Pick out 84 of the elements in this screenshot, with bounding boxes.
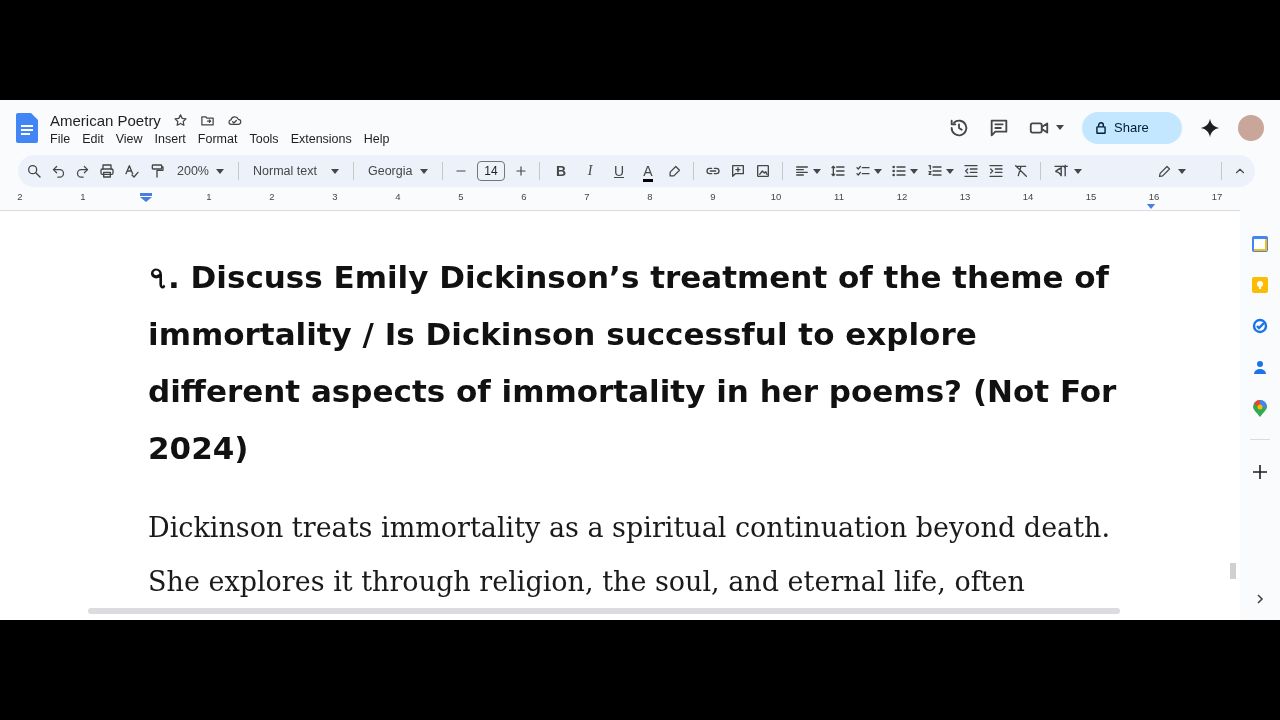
menu-item[interactable]: Format xyxy=(197,131,238,146)
vertical-scrollbar[interactable] xyxy=(1230,563,1236,579)
highlighter-icon[interactable] xyxy=(667,163,682,179)
ruler-label: 17 xyxy=(1211,191,1223,202)
ruler-label: 14 xyxy=(1022,191,1034,202)
body-text-line: Dickinson treats immortality as a spiritual continuation beyond death. xyxy=(148,511,1111,545)
ruler-label: 6 xyxy=(521,191,527,202)
ruler-label: 4 xyxy=(395,191,401,202)
ruler-label: 7 xyxy=(584,191,590,202)
ruler-label: 1 xyxy=(80,191,86,202)
input-tools-dropdown[interactable]: বা xyxy=(1052,158,1085,184)
caret-icon xyxy=(1074,168,1082,174)
ruler-label: 12 xyxy=(896,191,908,202)
lock-icon xyxy=(1094,120,1108,135)
map-pin-icon[interactable] xyxy=(1253,400,1267,417)
sparkle-icon[interactable] xyxy=(1200,117,1220,138)
caret-icon xyxy=(216,168,224,174)
spellcheck-icon[interactable] xyxy=(124,163,140,179)
underline-button[interactable]: U xyxy=(609,163,629,179)
menu-item[interactable]: Tools xyxy=(249,131,279,146)
ruler-label: 9 xyxy=(710,191,716,202)
star-icon[interactable] xyxy=(172,112,188,128)
document-title[interactable]: American Poetry xyxy=(50,111,161,129)
body-text-line: She explores it through religion, the soul, and eternal life, often xyxy=(148,565,1025,599)
menu-item[interactable]: View xyxy=(115,131,143,146)
caret-icon xyxy=(331,168,339,174)
horizontal-scrollbar[interactable] xyxy=(88,608,1120,614)
clear-formatting-icon[interactable] xyxy=(1013,163,1029,179)
ruler-label: 13 xyxy=(959,191,971,202)
ruler-label: 8 xyxy=(647,191,653,202)
right-indent-marker-icon[interactable] xyxy=(1146,204,1156,209)
menu-item[interactable]: Insert xyxy=(154,131,186,146)
ruler-label: 5 xyxy=(458,191,464,202)
contacts-icon[interactable] xyxy=(1252,359,1268,375)
undo-icon[interactable] xyxy=(51,163,66,179)
ruler-label: 15 xyxy=(1085,191,1097,202)
italic-button[interactable]: I xyxy=(580,163,600,179)
text-color-button[interactable]: A xyxy=(638,163,658,179)
caret-icon xyxy=(946,168,954,174)
style-dropdown[interactable]: Normal text xyxy=(250,164,342,178)
caret-icon xyxy=(1056,125,1064,130)
add-icon[interactable] xyxy=(1253,465,1267,479)
menu-item[interactable]: File xyxy=(50,131,71,146)
align-left-icon[interactable] xyxy=(794,163,810,179)
ruler-label: 10 xyxy=(770,191,782,202)
numbered-list-icon[interactable] xyxy=(927,163,943,179)
ruler-label: 16 xyxy=(1148,191,1160,202)
ruler-label: 3 xyxy=(332,191,338,202)
paint-format-icon[interactable] xyxy=(149,163,165,179)
chevron-right-icon[interactable] xyxy=(1256,594,1264,604)
menu-item[interactable]: Edit xyxy=(82,131,104,146)
caret-icon xyxy=(420,168,428,174)
indent-marker-icon[interactable] xyxy=(140,193,152,202)
tasks-icon[interactable] xyxy=(1252,318,1268,334)
search-icon[interactable] xyxy=(26,163,42,179)
menu-item[interactable]: Help xyxy=(363,131,390,146)
pencil-icon[interactable] xyxy=(1157,163,1172,179)
bulleted-list-icon[interactable] xyxy=(891,163,907,179)
question-heading: ৭. Discuss Emily Dickinson’s treatment of the theme of immortality / Is Dickinson successful to explore different aspects of immortality in her poems? (Not For 2024) xyxy=(148,258,1118,468)
menu-item[interactable]: Extensions xyxy=(290,131,352,146)
caret-icon xyxy=(813,168,821,174)
share-button[interactable]: Share xyxy=(1082,111,1182,144)
ruler-label: 2 xyxy=(269,191,275,202)
line-spacing-icon[interactable] xyxy=(830,163,846,179)
add-comment-icon[interactable] xyxy=(730,163,746,179)
print-icon[interactable] xyxy=(99,163,115,179)
calendar-icon[interactable] xyxy=(1252,236,1268,252)
caret-icon xyxy=(910,168,918,174)
ruler-label: 1 xyxy=(206,191,212,202)
image-icon[interactable] xyxy=(755,163,771,179)
checklist-icon[interactable] xyxy=(855,163,871,179)
font-dropdown[interactable]: Georgia xyxy=(365,164,431,178)
docs-logo-icon[interactable] xyxy=(16,112,38,143)
zoom-dropdown[interactable]: 200% xyxy=(174,164,227,178)
redo-icon[interactable] xyxy=(75,163,90,179)
ruler-label: 11 xyxy=(834,191,844,202)
ruler-label: 2 xyxy=(17,191,23,202)
decrease-indent-icon[interactable] xyxy=(963,163,979,179)
caret-icon xyxy=(1178,168,1186,174)
bold-button[interactable]: B xyxy=(551,163,571,179)
font-size-field[interactable]: 14 xyxy=(477,161,505,181)
plus-icon[interactable] xyxy=(514,164,528,178)
increase-indent-icon[interactable] xyxy=(988,163,1004,179)
caret-icon xyxy=(874,168,882,174)
